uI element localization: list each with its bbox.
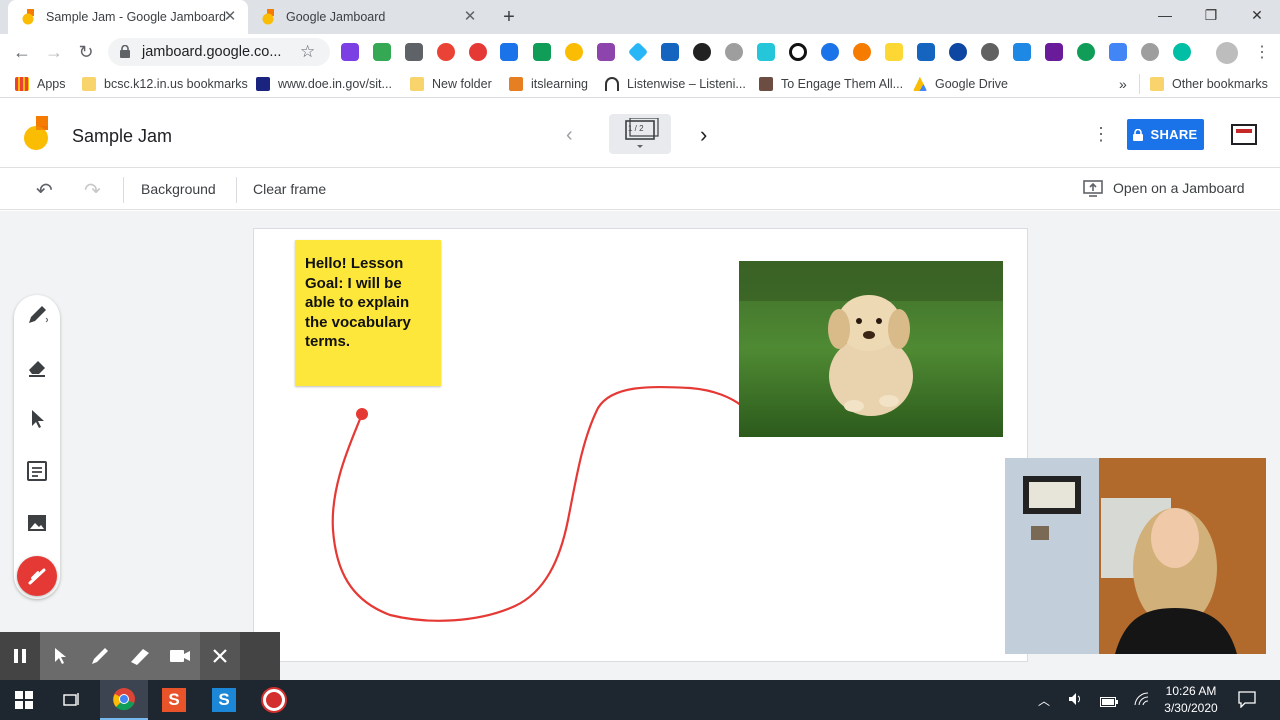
battery-icon[interactable] (1100, 694, 1118, 712)
pen-tool-icon[interactable] (14, 292, 60, 338)
cursor-icon[interactable] (40, 632, 80, 680)
webcam-toggle-icon[interactable] (160, 632, 200, 680)
sticky-note[interactable]: Hello! Lesson Goal: I will be able to ex… (295, 240, 441, 386)
tool-rail (14, 295, 60, 599)
clock-time: 10:26 AM (1165, 684, 1217, 698)
pause-icon[interactable] (0, 632, 40, 680)
highlighter-icon[interactable] (120, 632, 160, 680)
screencast-control-bar (0, 632, 280, 680)
recording-taskbar-icon[interactable] (250, 680, 298, 720)
show-hidden-icons-icon[interactable]: ︿ (1038, 692, 1050, 709)
pen-annotate-icon[interactable] (80, 632, 120, 680)
clock-date: 3/30/2020 (1164, 701, 1218, 715)
chrome-taskbar-icon[interactable] (100, 680, 148, 720)
laser-tool-icon[interactable] (17, 556, 57, 596)
volume-icon[interactable] (1068, 692, 1084, 711)
select-tool-icon[interactable] (14, 396, 60, 442)
sticky-note-text: Hello! Lesson Goal: I will be able to ex… (305, 255, 411, 350)
close-screencast-icon[interactable] (200, 632, 240, 680)
notifications-icon[interactable] (1238, 690, 1256, 713)
windows-start-icon[interactable] (0, 680, 48, 720)
sticky-note-tool-icon[interactable] (14, 448, 60, 494)
eraser-tool-icon[interactable] (14, 344, 60, 390)
wifi-icon[interactable] (1134, 692, 1150, 711)
screencast-taskbar-icon[interactable]: S (200, 680, 248, 720)
taskbar-clock[interactable]: 10:26 AM 3/30/2020 (1158, 683, 1224, 717)
snagit-taskbar-icon[interactable]: S (150, 680, 198, 720)
image-tool-icon[interactable] (14, 500, 60, 546)
webcam-overlay (1005, 458, 1266, 654)
puppy-image[interactable] (739, 261, 1003, 437)
task-view-icon[interactable] (48, 680, 96, 720)
